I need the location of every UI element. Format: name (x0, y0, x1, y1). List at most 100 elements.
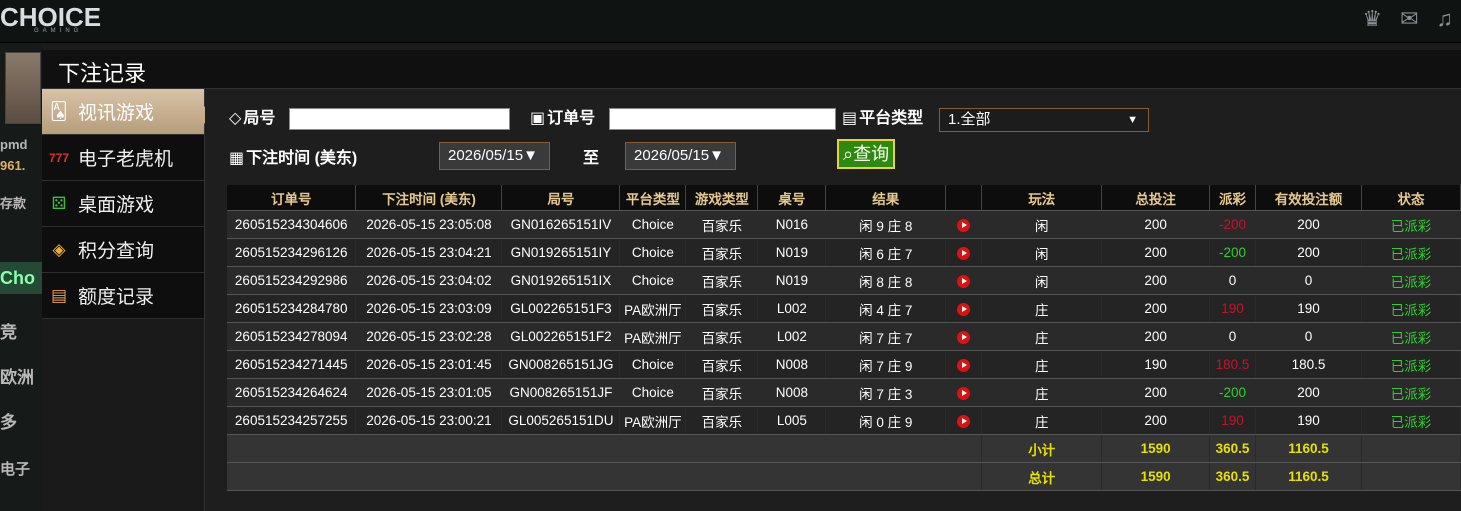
cell-status: 已派彩 (1361, 406, 1461, 435)
video-play-icon[interactable] (957, 302, 971, 316)
cell-round: GN019265151IY (501, 238, 621, 267)
cell-status: 已派彩 (1361, 266, 1461, 295)
cell-payout: 190 (1209, 294, 1257, 323)
date-to-picker[interactable]: 2026/05/15▼ (625, 142, 736, 170)
cell-round: GL002265151F2 (501, 322, 621, 351)
cell-bet: 200 (1101, 238, 1211, 267)
search-icon: ⌕ (843, 144, 854, 164)
replay-cell (945, 210, 983, 239)
round-label: ◇ 局号 (229, 110, 276, 127)
table-row: 260515234296126 2026-05-15 23:04:21 GN0192… (227, 238, 1461, 267)
sidebar-item-credit-records[interactable]: ▤ 额度记录 (42, 273, 204, 319)
replay-cell (945, 294, 983, 323)
cell-table: N008 (757, 378, 827, 407)
column-header: 桌号 (757, 185, 827, 211)
cell-order: 260515234278094 (227, 322, 357, 351)
total-valid: 1160.5 (1255, 462, 1362, 491)
table-row: 260515234257255 2026-05-15 23:00:21 GL0052… (227, 406, 1461, 435)
column-header: 有效投注额 (1255, 185, 1362, 211)
calendar-icon: ▦ (229, 150, 245, 167)
clipboard-icon: ▣ (530, 110, 546, 127)
cell-order: 260515234271445 (227, 350, 357, 379)
cell-table: N016 (757, 210, 827, 239)
query-button[interactable]: ⌕查询 (837, 139, 896, 169)
bg-username: pmd (0, 137, 28, 152)
column-header (945, 185, 983, 211)
document-icon: ▤ (50, 285, 68, 305)
brand-logo-sub: GAMING (34, 28, 83, 34)
cell-play: 庄 (981, 350, 1103, 379)
cell-order: 260515234264624 (227, 378, 357, 407)
bet-records-table: 订单号 下注时间 (美东) 局号 平台类型 游戏类型 桌号 结果 玩法 总投注 派彩 有效投注额 状态… (227, 185, 1461, 491)
platform-select[interactable]: 1.全部 ▼ (939, 108, 1149, 132)
total-payout: 360.5 (1209, 462, 1257, 491)
replay-cell (945, 238, 983, 267)
cell-platform: Choice (619, 210, 687, 239)
bg-item-4: 电子 (0, 461, 31, 478)
cell-bet: 200 (1101, 266, 1211, 295)
bet-time-label: ▦ 下注时间 (美东) (229, 150, 358, 167)
list-icon: ▤ (842, 110, 858, 127)
column-header: 玩法 (981, 185, 1103, 211)
video-play-icon[interactable] (957, 358, 971, 372)
cell-valid: 200 (1255, 238, 1362, 267)
vip-icon[interactable]: ♛ (1362, 6, 1382, 32)
empty-cell (1361, 462, 1461, 491)
cell-round: GN019265151IX (501, 266, 621, 295)
round-input[interactable] (289, 108, 510, 130)
cell-bet: 190 (1101, 350, 1211, 379)
empty-cell (227, 462, 983, 491)
cell-result: 闲 8 庄 8 (825, 266, 947, 295)
sidebar-item-live-games[interactable]: 🂡 视讯游戏 (42, 89, 204, 135)
cell-time: 2026-05-15 23:02:28 (355, 322, 503, 351)
empty-cell (1361, 434, 1461, 463)
cell-bet: 200 (1101, 294, 1211, 323)
order-input[interactable] (609, 108, 836, 130)
video-play-icon[interactable] (957, 274, 971, 288)
sidebar-item-table-games[interactable]: ⚄ 桌面游戏 (42, 181, 204, 227)
cell-game: 百家乐 (685, 266, 759, 295)
cell-status: 已派彩 (1361, 378, 1461, 407)
music-icon[interactable]: ♫ (1437, 6, 1454, 32)
cell-time: 2026-05-15 23:04:21 (355, 238, 503, 267)
cell-time: 2026-05-15 23:05:08 (355, 210, 503, 239)
table-row: 260515234278094 2026-05-15 23:02:28 GL0022… (227, 322, 1461, 351)
cell-game: 百家乐 (685, 350, 759, 379)
video-play-icon[interactable] (957, 218, 971, 232)
to-label: 至 (583, 150, 600, 167)
subtotal-payout: 360.5 (1209, 434, 1257, 463)
subtotal-bet: 1590 (1101, 434, 1211, 463)
cell-status: 已派彩 (1361, 294, 1461, 323)
chat-icon[interactable]: ✉ (1400, 6, 1418, 32)
table-header-row: 订单号 下注时间 (美东) 局号 平台类型 游戏类型 桌号 结果 玩法 总投注 派彩 有效投注额 状态 (227, 185, 1461, 211)
subtotal-row: 小计 1590 360.5 1160.5 (227, 434, 1461, 463)
column-header: 下注时间 (美东) (355, 185, 503, 211)
video-play-icon[interactable] (957, 386, 971, 400)
cell-round: GL002265151F3 (501, 294, 621, 323)
table-row: 260515234284780 2026-05-15 23:03:09 GL0022… (227, 294, 1461, 323)
sidebar-item-slots[interactable]: 777 电子老虎机 (42, 135, 204, 181)
cell-play: 闲 (981, 210, 1103, 239)
subtotal-label: 小计 (981, 434, 1103, 463)
cell-status: 已派彩 (1361, 210, 1461, 239)
sidebar-item-label: 视讯游戏 (78, 103, 155, 124)
replay-cell (945, 322, 983, 351)
order-label: ▣ 订单号 (530, 110, 596, 127)
date-from-picker[interactable]: 2026/05/15▼ (439, 142, 550, 170)
cell-play: 闲 (981, 266, 1103, 295)
cell-payout: 180.5 (1209, 350, 1257, 379)
sidebar-item-points[interactable]: ◈ 积分查询 (42, 227, 204, 273)
cell-play: 庄 (981, 406, 1103, 435)
table-row: 260515234292986 2026-05-15 23:04:02 GN0192… (227, 266, 1461, 295)
bet-records-modal: 下注记录 🂡 视讯游戏 777 电子老虎机 ⚄ 桌面游戏 ◈ 积分查询 ▤ 额度… (42, 50, 1461, 511)
cards-icon: 🂡 (50, 101, 68, 121)
table-row: 260515234304606 2026-05-15 23:05:08 GN0162… (227, 210, 1461, 239)
sidebar-item-label: 电子老虎机 (78, 149, 174, 170)
video-play-icon[interactable] (957, 246, 971, 260)
tag-icon: ◇ (229, 110, 242, 127)
cell-payout: -200 (1209, 378, 1257, 407)
cell-table: N019 (757, 266, 827, 295)
cell-result: 闲 0 庄 9 (825, 406, 947, 435)
video-play-icon[interactable] (957, 414, 971, 428)
video-play-icon[interactable] (957, 330, 971, 344)
